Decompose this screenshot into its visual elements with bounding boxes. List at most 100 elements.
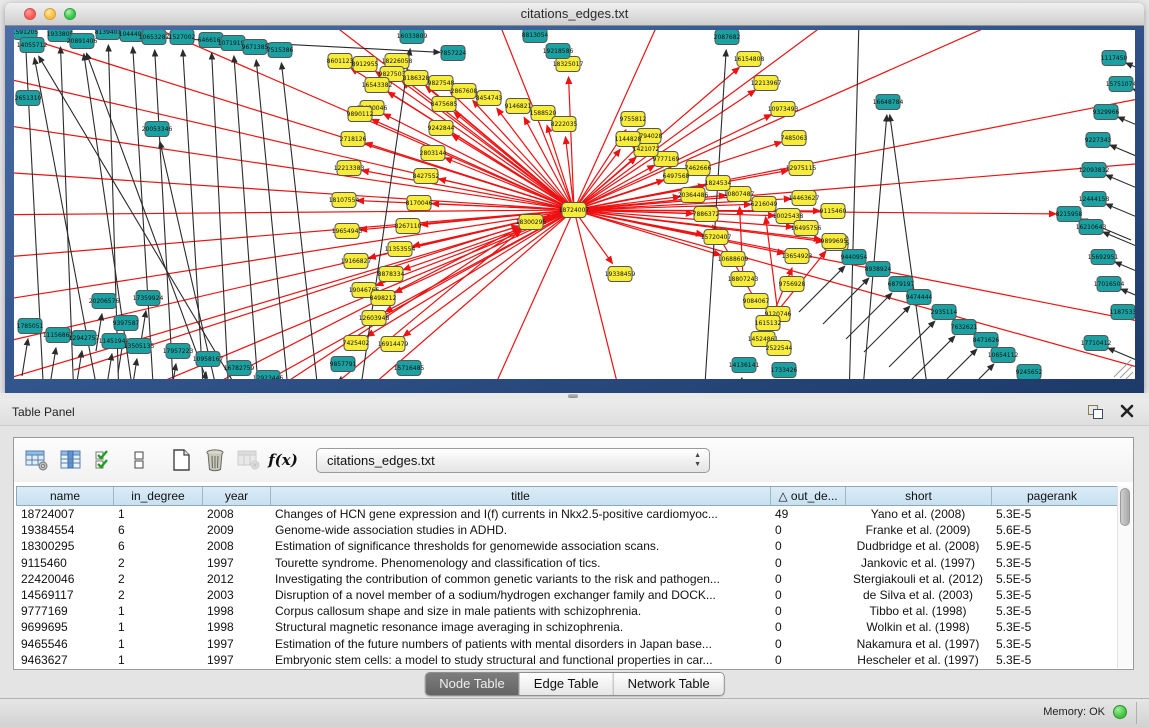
network-canvas-svg[interactable]: 8601123891295518226058982750316543382818… — [14, 30, 1135, 379]
red-edge[interactable] — [574, 210, 612, 263]
red-edge[interactable] — [403, 210, 574, 270]
tab-edge-table[interactable]: Edge Table — [520, 673, 614, 695]
black-edge[interactable] — [889, 321, 935, 367]
graph-node-label: 9115460 — [820, 208, 847, 215]
black-edge[interactable] — [1106, 204, 1135, 225]
black-edge[interactable] — [131, 359, 137, 379]
graph-node-label: 19338459 — [605, 271, 636, 278]
red-edge[interactable] — [14, 210, 574, 215]
black-edge[interactable] — [862, 115, 887, 379]
graph-node-label: 2522544 — [766, 345, 793, 352]
column-header-short[interactable]: short — [846, 487, 992, 505]
graph-node-label: 18325017 — [553, 61, 584, 68]
red-edge[interactable] — [14, 120, 574, 210]
black-edge[interactable] — [281, 63, 319, 379]
black-edge[interactable] — [736, 378, 742, 379]
graph-node-label: 8813054 — [522, 32, 549, 39]
table-row[interactable]: 1456911722003Disruption of a novel membe… — [16, 587, 1119, 603]
black-edge[interactable] — [1110, 145, 1135, 166]
black-edge[interactable] — [909, 336, 955, 379]
black-edge[interactable] — [335, 377, 341, 379]
black-edge[interactable] — [212, 53, 229, 379]
cell-out: 0 — [770, 538, 845, 554]
graph-node-label: 18807243 — [728, 276, 759, 283]
column-header-pagerank[interactable]: pagerank — [992, 487, 1112, 505]
window-titlebar[interactable]: citations_edges.txt — [5, 3, 1144, 26]
black-edge[interactable] — [234, 56, 259, 379]
cell-in: 2 — [113, 571, 202, 587]
graph-node-label: 9671385 — [242, 44, 269, 51]
table-row[interactable]: 946362711997Embryonic stem cells: a mode… — [16, 652, 1119, 668]
table-vertical-scrollbar[interactable] — [1117, 486, 1132, 668]
graph-node-label: 9890112 — [347, 111, 374, 118]
cell-name: 9115460 — [16, 555, 113, 571]
black-edge[interactable] — [846, 293, 892, 339]
table-row[interactable]: 946554611997Estimation of the future num… — [16, 636, 1119, 652]
node-table: name in_degree year title △ out_de... sh… — [16, 486, 1119, 668]
black-edge[interactable] — [1118, 117, 1135, 138]
red-edge[interactable] — [14, 210, 574, 350]
graph-node-label: 10653287 — [139, 34, 170, 41]
graph-node-label: 1615132 — [755, 320, 782, 327]
black-edge[interactable] — [823, 278, 869, 324]
black-edge[interactable] — [864, 306, 910, 352]
tab-node-table[interactable]: Node Table — [425, 673, 520, 695]
select-columns-button[interactable] — [90, 445, 120, 475]
status-bar: Memory: OK — [0, 698, 1149, 727]
cell-in: 2 — [113, 555, 202, 571]
column-header-name[interactable]: name — [17, 487, 114, 505]
table-selector-combobox[interactable]: citations_edges.txt ▲▼ — [316, 448, 710, 473]
table-tabs-bar: Node TableEdge TableNetwork Table — [0, 672, 1149, 698]
table-row[interactable]: 1872400712008Changes of HCN gene express… — [16, 506, 1119, 522]
black-edge[interactable] — [849, 30, 859, 379]
red-edge[interactable] — [574, 210, 1135, 330]
graph-node-label: 7485063 — [781, 135, 808, 142]
column-header-title[interactable]: title — [271, 487, 771, 505]
cell-pr: 5.3E-5 — [991, 619, 1111, 635]
graph-node-label: 7515386 — [267, 47, 294, 54]
column-header-year[interactable]: year — [203, 487, 271, 505]
delete-column-button[interactable] — [200, 445, 230, 475]
network-canvas[interactable]: 8601123891295518226058982750316543382818… — [14, 30, 1135, 379]
cell-name: 19384554 — [16, 522, 113, 538]
red-edge[interactable] — [574, 210, 624, 379]
function-builder-button[interactable]: f(x) — [268, 445, 298, 475]
cell-pr: 5.3E-5 — [991, 555, 1111, 571]
table-row[interactable]: 2242004622012Investigating the contribut… — [16, 571, 1119, 587]
graph-node-label: 15751074 — [1106, 81, 1135, 88]
black-edge[interactable] — [50, 348, 56, 379]
graph-node-label: 1824534 — [705, 180, 732, 187]
table-row[interactable]: 1938455462009Genome-wide association stu… — [16, 522, 1119, 538]
splitter-handle[interactable] — [568, 394, 578, 398]
row-height-button[interactable] — [124, 445, 154, 475]
black-edge[interactable] — [106, 354, 112, 379]
table-row[interactable]: 969969511998Structural magnetic resonanc… — [16, 619, 1119, 635]
black-edge[interactable] — [890, 115, 929, 379]
show-columns-button[interactable] — [56, 445, 86, 475]
scrollbar-thumb[interactable] — [1120, 488, 1130, 526]
delete-table-button[interactable] — [234, 445, 264, 475]
column-header-in-degree[interactable]: in_degree — [114, 487, 203, 505]
graph-node-label: 1733426 — [771, 367, 798, 374]
table-mode-button[interactable] — [22, 445, 52, 475]
black-edge[interactable] — [76, 351, 82, 379]
table-row[interactable]: 1830029562008Estimation of significance … — [16, 538, 1119, 554]
red-edge[interactable] — [14, 210, 574, 305]
cell-short: Stergiakouli et al. (2012) — [845, 571, 991, 587]
float-panel-icon[interactable] — [1088, 405, 1103, 419]
graph-node-label: 20364486 — [678, 192, 709, 199]
table-row[interactable]: 977716911998Corpus callosum shape and si… — [16, 603, 1119, 619]
black-edge[interactable] — [799, 266, 845, 312]
table-header-row: name in_degree year title △ out_de... sh… — [16, 486, 1119, 506]
black-edge[interactable] — [22, 339, 28, 376]
close-panel-icon[interactable] — [1119, 403, 1135, 419]
black-edge[interactable] — [183, 50, 204, 379]
column-header-out-degree[interactable]: △ out_de... — [771, 487, 846, 505]
black-edge[interactable] — [1106, 175, 1135, 196]
tab-network-table[interactable]: Network Table — [614, 673, 724, 695]
black-edge[interactable] — [1108, 348, 1135, 369]
new-column-button[interactable] — [166, 445, 196, 475]
table-row[interactable]: 911546021997Tourette syndrome. Phenomeno… — [16, 555, 1119, 571]
graph-node-label: 7857224 — [440, 50, 467, 57]
cell-in: 6 — [113, 538, 202, 554]
